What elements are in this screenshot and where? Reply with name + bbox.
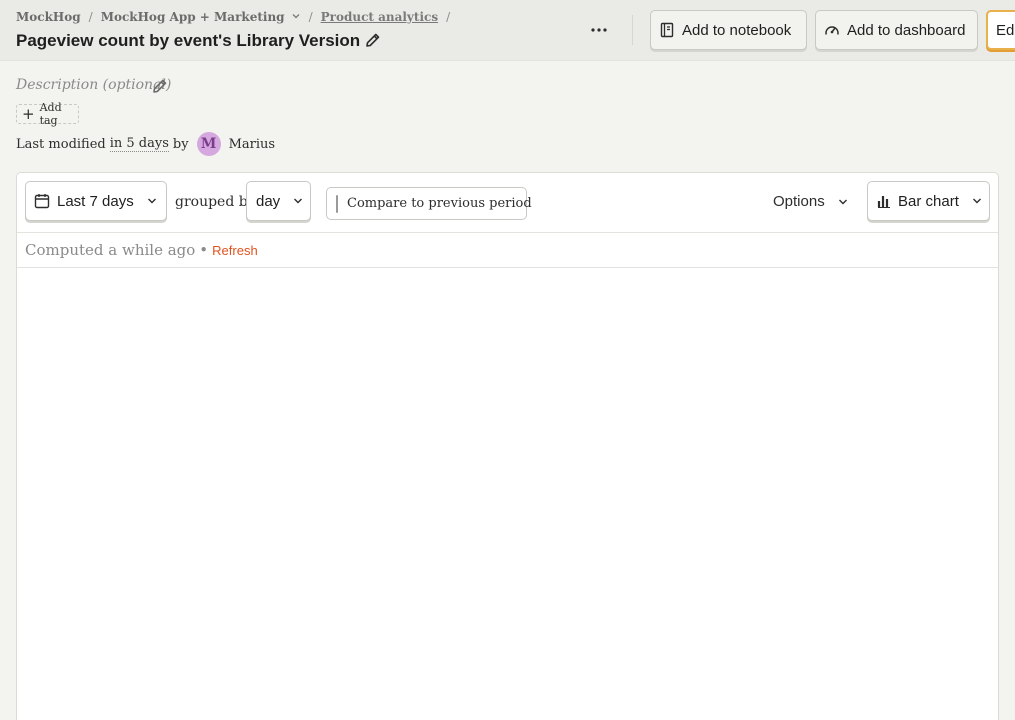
pencil-icon[interactable]: [151, 77, 169, 95]
plus-icon: +: [22, 104, 35, 123]
options-button[interactable]: Options: [773, 193, 849, 210]
compare-checkbox[interactable]: [336, 194, 338, 213]
modified-user: Marius: [228, 136, 276, 152]
date-range-label: Last 7 days: [57, 192, 134, 210]
chart-type-label: Bar chart: [898, 192, 959, 210]
pencil-icon[interactable]: [364, 31, 382, 49]
avatar: M: [196, 132, 221, 156]
bar-chart-icon: [877, 196, 890, 208]
status-bullet: •: [199, 241, 209, 259]
add-tag-label: Add tag: [39, 101, 62, 127]
chart-type-select[interactable]: Bar chart: [867, 181, 990, 221]
compare-toggle[interactable]: Compare to previous period: [326, 187, 532, 220]
interval-label: day: [256, 192, 281, 210]
edit-label: Edit: [996, 21, 1015, 39]
computed-text: Computed a while ago: [25, 241, 196, 259]
options-label: Options: [773, 193, 825, 210]
page-title: Pageview count by event's Library Versio…: [16, 31, 361, 50]
interval-select[interactable]: day: [246, 181, 311, 221]
chevron-down-icon: [294, 198, 303, 204]
add-to-notebook-button[interactable]: Add to notebook: [650, 10, 807, 50]
date-range-picker[interactable]: Last 7 days: [25, 181, 167, 221]
chevron-down-icon: [147, 198, 156, 204]
compute-status: Computed a while ago • Refresh: [17, 233, 998, 268]
add-to-dashboard-label: Add to dashboard: [847, 21, 966, 39]
calendar-icon: [34, 194, 50, 209]
add-to-dashboard-button[interactable]: Add to dashboard: [815, 10, 978, 50]
notebook-icon: [660, 22, 674, 38]
refresh-link[interactable]: Refresh: [212, 243, 258, 258]
more-icon[interactable]: [587, 19, 611, 41]
breadcrumb-project[interactable]: MockHog App + Marketing: [101, 10, 285, 24]
breadcrumb-separator: /: [88, 10, 93, 24]
breadcrumb: MockHog / MockHog App + Marketing / Prod…: [16, 10, 458, 24]
breadcrumb-separator: /: [308, 10, 313, 24]
insight-card: Last 7 days grouped by day Compare to pr…: [16, 172, 999, 720]
chart-area: [17, 268, 998, 720]
breadcrumb-org[interactable]: MockHog: [16, 10, 81, 24]
breadcrumb-separator: /: [446, 10, 451, 24]
chevron-down-icon: [838, 199, 847, 204]
chevron-down-icon[interactable]: [291, 11, 301, 24]
dashboard-icon: [825, 26, 839, 35]
modified-time: in 5 days: [109, 136, 169, 152]
compare-label: Compare to previous period: [347, 196, 532, 211]
last-modified: Last modified in 5 days by M Marius: [16, 132, 275, 156]
modified-by: by: [172, 136, 189, 152]
divider: [632, 15, 633, 45]
description-field[interactable]: Description (optional): [16, 77, 171, 93]
modified-prefix: Last modified: [16, 136, 106, 152]
top-header: MockHog / MockHog App + Marketing / Prod…: [0, 0, 1015, 61]
edit-button[interactable]: Edit: [986, 10, 1015, 50]
breadcrumb-section[interactable]: Product analytics: [321, 10, 438, 24]
filter-toolbar: Last 7 days grouped by day Compare to pr…: [17, 173, 998, 233]
grouped-by-label: grouped by: [175, 194, 256, 210]
add-to-notebook-label: Add to notebook: [682, 21, 792, 39]
chevron-down-icon: [972, 198, 981, 204]
add-tag-button[interactable]: + Add tag: [16, 101, 79, 127]
